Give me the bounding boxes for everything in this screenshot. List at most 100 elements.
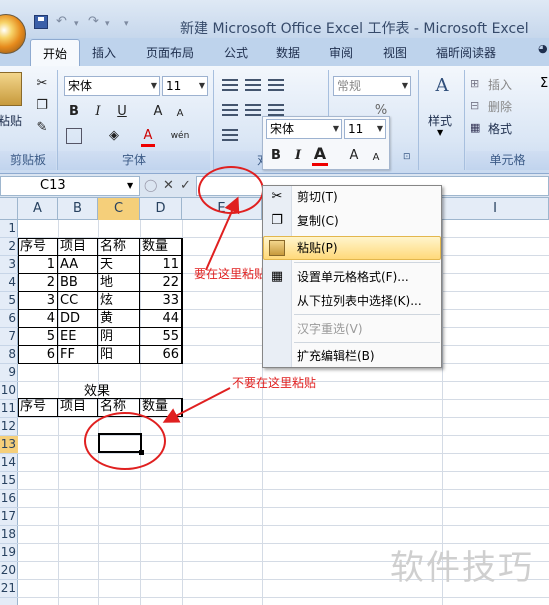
row-header[interactable]: 10 bbox=[0, 382, 18, 400]
row-header[interactable]: 13 bbox=[0, 436, 18, 454]
chevron-down-icon[interactable]: ▼ bbox=[437, 128, 443, 137]
tab-view[interactable]: 视图 bbox=[383, 44, 407, 61]
font-size-combo[interactable]: 11 ▼ bbox=[162, 76, 208, 96]
tab-home[interactable]: 开始 bbox=[30, 39, 80, 66]
number-format-combo[interactable]: 常规 ▼ bbox=[333, 76, 411, 96]
bold-button[interactable]: B bbox=[64, 102, 84, 122]
align-left-icon[interactable] bbox=[220, 101, 240, 119]
row-header[interactable]: 5 bbox=[0, 292, 18, 310]
table-cell[interactable]: 1 bbox=[18, 256, 58, 274]
row-header[interactable]: 21 bbox=[0, 580, 18, 598]
mini-font-name-combo[interactable]: 宋体 ▼ bbox=[266, 119, 342, 139]
row-header[interactable]: 3 bbox=[0, 256, 18, 274]
save-icon[interactable] bbox=[34, 15, 48, 29]
row-header[interactable]: 20 bbox=[0, 562, 18, 580]
delete-cells-icon[interactable]: ⊟ bbox=[470, 99, 479, 112]
mini-grow-font-button[interactable]: A bbox=[344, 146, 364, 166]
table-cell[interactable]: 炫 bbox=[98, 292, 140, 310]
table-cell[interactable]: 3 bbox=[18, 292, 58, 310]
table-cell[interactable]: 2 bbox=[18, 274, 58, 292]
format-cells-button[interactable]: 格式 bbox=[488, 120, 512, 137]
row-header[interactable]: 18 bbox=[0, 526, 18, 544]
table-cell[interactable]: BB bbox=[58, 274, 98, 292]
number-dialog-launcher-icon[interactable]: ⊡ bbox=[403, 152, 411, 162]
tab-foxit-reader[interactable]: 福昕阅读器 bbox=[436, 44, 496, 61]
table-cell[interactable]: 6 bbox=[18, 346, 58, 364]
undo-icon[interactable]: ↶ bbox=[56, 14, 67, 29]
insert-cells-icon[interactable]: ⊞ bbox=[470, 77, 479, 90]
chevron-down-icon[interactable]: ▼ bbox=[127, 181, 133, 190]
row-header[interactable]: 1 bbox=[0, 220, 18, 238]
row-header[interactable]: 15 bbox=[0, 472, 18, 490]
tab-formulas[interactable]: 公式 bbox=[224, 44, 248, 61]
undo-dropdown-icon[interactable]: ▾ bbox=[74, 19, 79, 29]
row-header[interactable]: 12 bbox=[0, 418, 18, 436]
table-header-cell[interactable]: 项目 bbox=[58, 238, 98, 256]
shrink-font-button[interactable]: A bbox=[170, 104, 190, 124]
tab-data[interactable]: 数据 bbox=[276, 44, 300, 61]
table-header-cell[interactable]: 名称 bbox=[98, 238, 140, 256]
tab-review[interactable]: 审阅 bbox=[329, 44, 353, 61]
column-header-c[interactable]: C bbox=[98, 198, 140, 220]
borders-icon[interactable] bbox=[66, 128, 82, 144]
row-header[interactable]: 14 bbox=[0, 454, 18, 472]
menu-item-copy[interactable]: 复制(C) bbox=[263, 209, 441, 233]
phonetic-guide-button[interactable]: wén bbox=[170, 126, 190, 146]
tab-page-layout[interactable]: 页面布局 bbox=[146, 44, 194, 61]
redo-dropdown-icon[interactable]: ▾ bbox=[105, 19, 110, 29]
column-header-b[interactable]: B bbox=[58, 198, 98, 220]
row-header[interactable]: 19 bbox=[0, 544, 18, 562]
align-bottom-icon[interactable] bbox=[266, 76, 286, 94]
row-header[interactable]: 2 bbox=[0, 238, 18, 256]
cut-icon[interactable]: ✂ bbox=[32, 74, 52, 94]
format-painter-icon[interactable]: ✎ bbox=[32, 118, 52, 138]
menu-item-format-cells[interactable]: 设置单元格格式(F)... bbox=[263, 265, 441, 289]
align-top-icon[interactable] bbox=[220, 76, 240, 94]
select-all-corner[interactable] bbox=[0, 198, 18, 220]
table-cell[interactable]: 4 bbox=[18, 310, 58, 328]
customize-quick-access-icon[interactable]: ▾ bbox=[124, 19, 129, 29]
align-middle-icon[interactable] bbox=[243, 76, 263, 94]
column-header-a[interactable]: A bbox=[18, 198, 58, 220]
table-cell[interactable]: 阴 bbox=[98, 328, 140, 346]
styles-button[interactable]: 样式 bbox=[428, 112, 452, 129]
menu-item-pick-from-list[interactable]: 从下拉列表中选择(K)... bbox=[263, 289, 441, 313]
font-color-button[interactable]: A bbox=[138, 126, 158, 146]
align-center-icon[interactable] bbox=[243, 101, 263, 119]
fill-color-icon[interactable]: ◈ bbox=[104, 126, 124, 146]
mini-font-color-button[interactable]: A bbox=[310, 144, 330, 164]
tab-insert[interactable]: 插入 bbox=[92, 44, 116, 61]
italic-button[interactable]: I bbox=[88, 102, 108, 122]
row-header[interactable]: 17 bbox=[0, 508, 18, 526]
mini-font-size-combo[interactable]: 11 ▼ bbox=[344, 119, 386, 139]
row-header[interactable]: 16 bbox=[0, 490, 18, 508]
grow-font-button[interactable]: A bbox=[148, 102, 168, 122]
row-header[interactable]: 9 bbox=[0, 364, 18, 382]
delete-cells-button[interactable]: 删除 bbox=[488, 98, 512, 115]
menu-item-expand-formula-bar[interactable]: 扩充编辑栏(B) bbox=[263, 344, 441, 368]
table-cell[interactable]: FF bbox=[58, 346, 98, 364]
mini-shrink-font-button[interactable]: A bbox=[366, 148, 386, 168]
result-header-cell[interactable]: 序号 bbox=[18, 398, 58, 416]
redo-icon[interactable]: ↷ bbox=[88, 14, 99, 29]
format-cells-icon[interactable]: ▦ bbox=[470, 121, 480, 134]
table-cell[interactable]: 地 bbox=[98, 274, 140, 292]
table-cell[interactable]: 天 bbox=[98, 256, 140, 274]
paste-icon[interactable] bbox=[0, 72, 22, 106]
row-header[interactable]: 4 bbox=[0, 274, 18, 292]
paste-button-label[interactable]: 粘贴 bbox=[0, 112, 22, 129]
mini-bold-button[interactable]: B bbox=[266, 146, 286, 166]
table-cell[interactable]: EE bbox=[58, 328, 98, 346]
font-name-combo[interactable]: 宋体 ▼ bbox=[64, 76, 160, 96]
table-cell[interactable]: 黄 bbox=[98, 310, 140, 328]
underline-button[interactable]: U bbox=[112, 102, 132, 122]
insert-cells-button[interactable]: 插入 bbox=[488, 76, 512, 93]
table-cell[interactable]: DD bbox=[58, 310, 98, 328]
row-header[interactable]: 11 bbox=[0, 400, 18, 418]
table-cell[interactable]: AA bbox=[58, 256, 98, 274]
styles-icon[interactable]: A bbox=[430, 76, 454, 102]
table-cell[interactable]: 阳 bbox=[98, 346, 140, 364]
column-header-i[interactable]: I bbox=[442, 198, 549, 220]
row-header[interactable]: 6 bbox=[0, 310, 18, 328]
minimize-ribbon-icon[interactable]: ◕ bbox=[538, 42, 548, 55]
